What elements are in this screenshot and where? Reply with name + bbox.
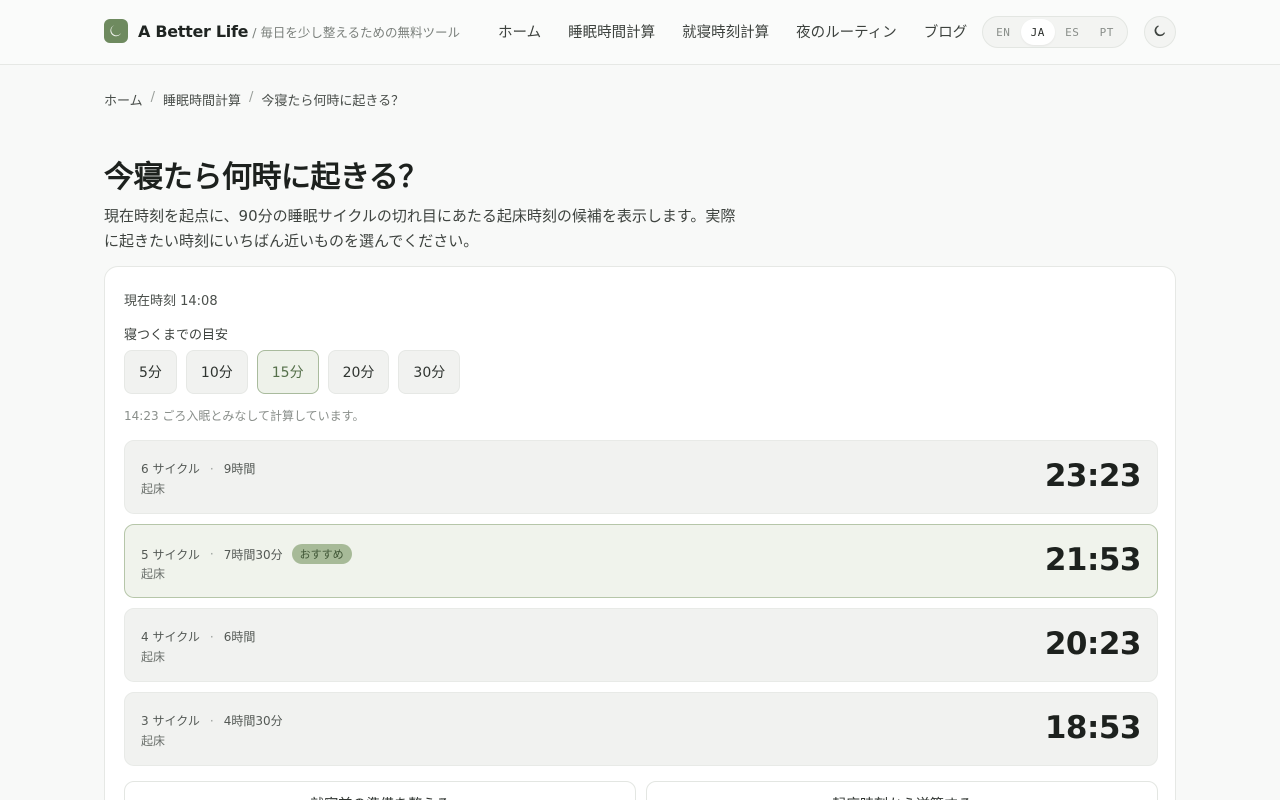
result-label: 起床 xyxy=(141,734,166,748)
result-time: 23:23 xyxy=(1044,458,1142,494)
result-meta: 3 サイクル · 4時間30分 xyxy=(141,712,283,729)
result-label: 起床 xyxy=(141,482,166,496)
meta-separator: · xyxy=(209,713,214,728)
wake-time-results: 6 サイクル · 9時間 起床 23:23 5 サイクル · 7時間30分 おす… xyxy=(124,440,1158,776)
result-label: 起床 xyxy=(141,567,166,581)
main-nav: ホーム 睡眠時間計算 就寝時刻計算 夜のルーティン ブログ xyxy=(498,21,994,42)
nav-sleep-calculator[interactable]: 睡眠時間計算 xyxy=(568,21,655,42)
result-duration: 7時間30分 xyxy=(223,547,283,562)
lang-ja[interactable]: JA xyxy=(1020,19,1055,45)
latency-option-20[interactable]: 20分 xyxy=(327,350,390,394)
result-meta: 6 サイクル · 9時間 xyxy=(141,460,255,477)
page-title: 今寝たら何時に起きる？ xyxy=(104,160,428,195)
breadcrumb-separator: / xyxy=(249,90,254,105)
breadcrumb: ホーム / 睡眠時間計算 / 今寝たら何時に起きる？ xyxy=(104,90,404,109)
sleep-latency-label: 寝つくまでの目安 xyxy=(124,328,229,343)
result-label: 起床 xyxy=(141,650,166,664)
site-header: A Better Life / 毎日を少し整えるための無料ツール ホーム 睡眠時… xyxy=(0,0,1280,65)
meta-separator: · xyxy=(209,547,214,561)
moon-icon xyxy=(1154,24,1166,40)
language-switcher: EN JA ES PT xyxy=(982,16,1128,48)
result-row-recommended[interactable]: 5 サイクル · 7時間30分 おすすめ 起床 21:53 xyxy=(124,524,1158,598)
nav-blog[interactable]: ブログ xyxy=(924,21,968,42)
latency-option-30[interactable]: 30分 xyxy=(398,350,461,394)
meta-separator: · xyxy=(209,629,214,644)
lang-es[interactable]: ES xyxy=(1055,19,1090,45)
sleep-latency-options: 5分 10分 15分 20分 30分 xyxy=(124,350,469,394)
card-actions: 就寝前の準備を整える 起床時刻から逆算する xyxy=(124,781,1158,800)
breadcrumb-home[interactable]: ホーム xyxy=(104,90,143,109)
nav-bedtime-calculator[interactable]: 就寝時刻計算 xyxy=(682,21,769,42)
asleep-time-note: 14:23 ごろ入眠とみなして計算しています。 xyxy=(124,409,365,423)
result-time: 20:23 xyxy=(1044,626,1142,662)
result-duration: 9時間 xyxy=(223,462,256,476)
brand-link[interactable]: A Better Life / 毎日を少し整えるための無料ツール xyxy=(104,19,460,43)
nav-home[interactable]: ホーム xyxy=(498,21,541,42)
wake-time-calculator-card: 現在時刻 14:08 寝つくまでの目安 5分 10分 15分 20分 30分 1… xyxy=(104,266,1176,800)
latency-option-5[interactable]: 5分 xyxy=(124,350,177,394)
latency-option-10[interactable]: 10分 xyxy=(185,350,248,394)
meta-separator: · xyxy=(209,461,214,476)
result-duration: 4時間30分 xyxy=(223,714,283,728)
result-row[interactable]: 4 サイクル · 6時間 起床 20:23 xyxy=(124,608,1158,682)
result-meta: 4 サイクル · 6時間 xyxy=(141,628,255,645)
prepare-bedtime-button[interactable]: 就寝前の準備を整える xyxy=(124,781,636,800)
result-meta: 5 サイクル · 7時間30分 おすすめ xyxy=(141,544,352,564)
result-time: 21:53 xyxy=(1044,542,1142,578)
result-time: 18:53 xyxy=(1044,710,1142,746)
theme-toggle-button[interactable] xyxy=(1144,16,1176,48)
result-cycles: 3 サイクル xyxy=(141,714,200,728)
nav-night-routine[interactable]: 夜のルーティン xyxy=(796,21,897,42)
result-cycles: 6 サイクル xyxy=(141,462,200,476)
result-row[interactable]: 3 サイクル · 4時間30分 起床 18:53 xyxy=(124,692,1158,766)
latency-option-15[interactable]: 15分 xyxy=(256,350,319,394)
page-lead: 現在時刻を起点に、90分の睡眠サイクルの切れ目にあたる起床時刻の候補を表示します… xyxy=(104,207,736,250)
result-row[interactable]: 6 サイクル · 9時間 起床 23:23 xyxy=(124,440,1158,514)
lang-pt[interactable]: PT xyxy=(1090,19,1125,45)
moon-icon xyxy=(104,19,128,43)
breadcrumb-sleep-calculator[interactable]: 睡眠時間計算 xyxy=(163,90,241,109)
breadcrumb-separator: / xyxy=(150,90,156,105)
brand-tagline: / 毎日を少し整えるための無料ツール xyxy=(252,24,461,40)
brand-name: A Better Life xyxy=(138,21,249,41)
result-cycles: 5 サイクル xyxy=(141,547,200,562)
result-cycles: 4 サイクル xyxy=(141,630,200,644)
calculate-from-wake-time-button[interactable]: 起床時刻から逆算する xyxy=(646,781,1158,800)
recommended-badge: おすすめ xyxy=(291,544,352,564)
current-time: 現在時刻 14:08 xyxy=(124,294,218,309)
breadcrumb-current: 今寝たら何時に起きる？ xyxy=(261,94,405,109)
lang-en[interactable]: EN xyxy=(986,19,1021,45)
result-duration: 6時間 xyxy=(223,630,256,644)
